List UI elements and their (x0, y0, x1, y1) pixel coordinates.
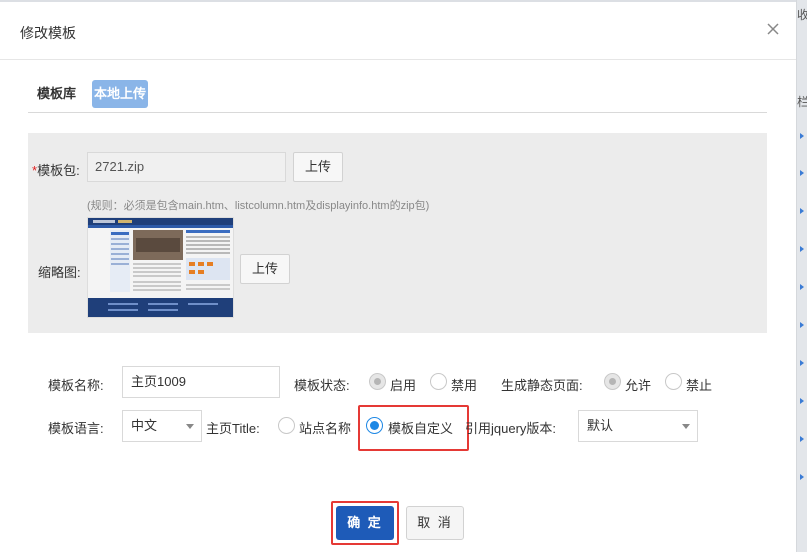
confirm-button[interactable]: 确 定 (336, 506, 394, 540)
thumbnail-upload-button[interactable]: 上传 (240, 254, 290, 284)
background-arrow-icon (800, 133, 804, 139)
background-arrow-icon (800, 246, 804, 252)
background-text-fragment: 栏 (797, 95, 807, 109)
jquery-selected-value: 默认 (587, 418, 614, 433)
thumbnail-label: 缩略图: (38, 265, 81, 280)
template-name-label: 模板名称: (48, 378, 104, 393)
template-thumbnail-image (87, 217, 234, 318)
static-deny-label: 禁止 (686, 378, 713, 393)
tab-template-library[interactable]: 模板库 (34, 80, 79, 108)
status-disabled-label: 禁用 (451, 378, 478, 393)
home-title-custom-label: 模板自定义 (388, 421, 454, 436)
static-deny-radio[interactable] (665, 373, 682, 390)
background-page-strip: 收 栏 (796, 0, 807, 552)
template-source-tabs: 模板库 本地上传 (28, 78, 767, 113)
package-rule-hint: (规则：必须是包含main.htm、listcolumn.htm及display… (87, 200, 430, 212)
static-allow-radio[interactable] (604, 373, 621, 390)
background-arrow-icon (800, 208, 804, 214)
edit-template-dialog: 修改模板 模板库 本地上传 *模板包: 2721.zip 上传 (规则：必须是包… (0, 0, 796, 552)
cancel-button[interactable]: 取 消 (406, 506, 464, 540)
background-arrow-icon (800, 436, 804, 442)
home-title-custom-radio[interactable] (366, 417, 383, 434)
package-upload-button[interactable]: 上传 (293, 152, 343, 182)
background-arrow-icon (800, 170, 804, 176)
template-language-select[interactable]: 中文 (122, 410, 202, 442)
background-text-fragment: 收 (797, 8, 807, 22)
template-name-input[interactable]: 主页1009 (122, 366, 280, 398)
dialog-title: 修改模板 (20, 25, 76, 41)
home-title-site-name-label: 站点名称 (299, 421, 352, 436)
status-disabled-radio[interactable] (430, 373, 447, 390)
background-arrow-icon (800, 398, 804, 404)
background-arrow-icon (800, 322, 804, 328)
status-enabled-radio[interactable] (369, 373, 386, 390)
package-file-field[interactable]: 2721.zip (87, 152, 286, 182)
package-label: *模板包: (32, 163, 80, 178)
language-selected-value: 中文 (131, 418, 158, 433)
static-page-label: 生成静态页面: (501, 378, 583, 393)
close-icon[interactable] (763, 19, 783, 39)
dialog-header: 修改模板 (0, 2, 796, 60)
home-title-label: 主页Title: (206, 421, 260, 436)
jquery-version-select[interactable]: 默认 (578, 410, 698, 442)
background-arrow-icon (800, 360, 804, 366)
home-title-site-name-radio[interactable] (278, 417, 295, 434)
background-arrow-icon (800, 474, 804, 480)
chevron-down-icon (682, 424, 690, 429)
status-enabled-label: 启用 (390, 378, 417, 393)
jquery-version-label: 引用jquery版本: (465, 421, 557, 436)
static-allow-label: 允许 (625, 378, 652, 393)
background-arrow-icon (800, 284, 804, 290)
template-status-label: 模板状态: (294, 378, 350, 393)
chevron-down-icon (186, 424, 194, 429)
tab-local-upload[interactable]: 本地上传 (92, 80, 149, 108)
template-language-label: 模板语言: (48, 421, 104, 436)
